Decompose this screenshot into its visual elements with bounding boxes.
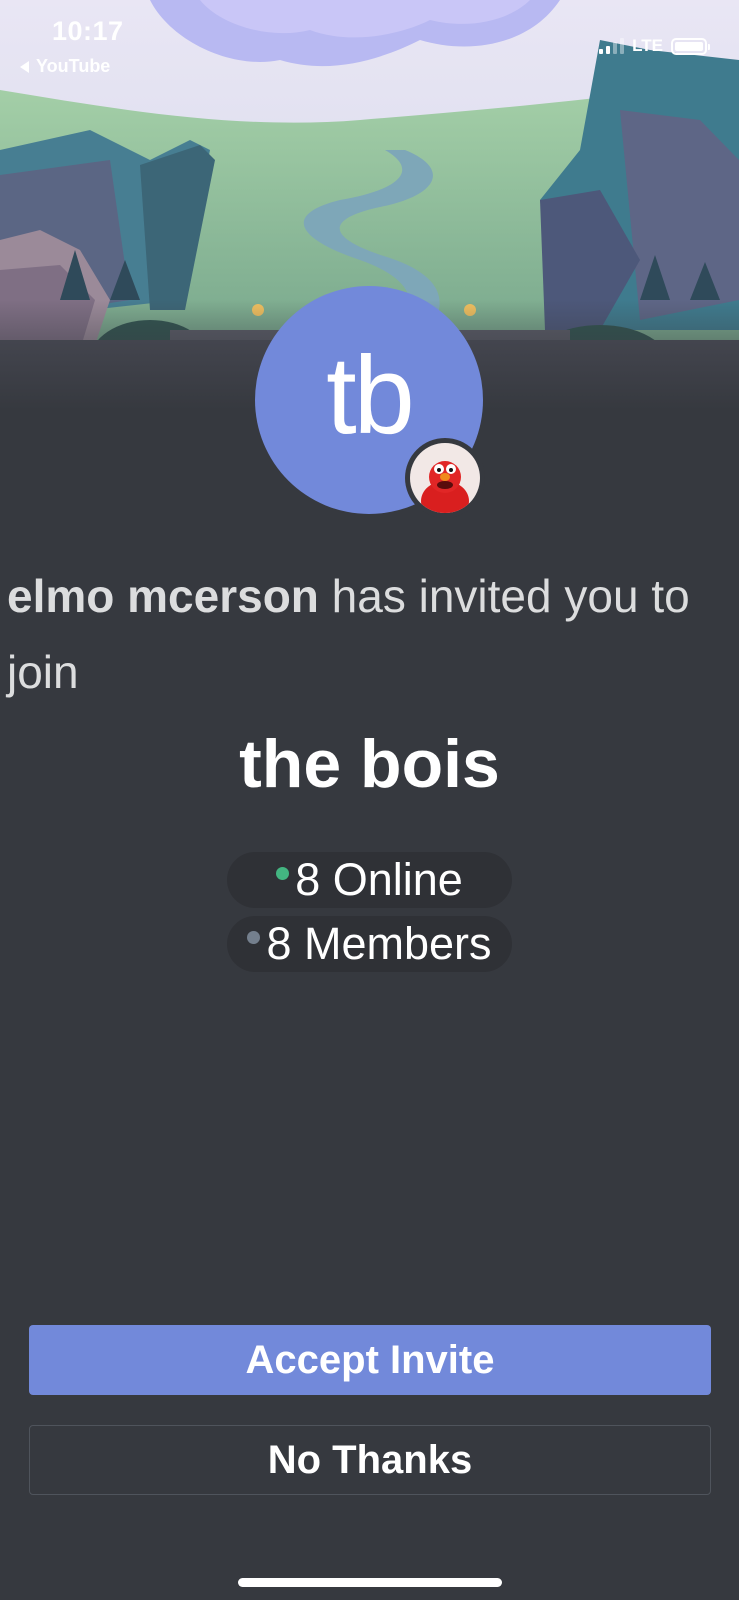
server-name: the bois	[239, 726, 500, 802]
battery-icon	[671, 37, 710, 55]
status-bar: 10:17 YouTube LTE	[0, 0, 739, 90]
accept-invite-button[interactable]: Accept Invite	[29, 1325, 711, 1395]
elmo-avatar-icon	[410, 443, 480, 513]
no-thanks-button[interactable]: No Thanks	[29, 1425, 711, 1495]
online-count: 8 Online	[295, 854, 463, 905]
cellular-signal-icon	[599, 38, 625, 54]
network-type: LTE	[632, 36, 663, 55]
member-count-badge: 8 Members	[227, 916, 512, 972]
back-app-label: YouTube	[36, 56, 111, 76]
home-indicator[interactable]	[238, 1578, 502, 1587]
online-status-dot	[276, 866, 290, 880]
member-status-dot	[247, 930, 261, 944]
server-acronym: tb	[326, 333, 415, 457]
inviter-avatar	[405, 438, 485, 518]
back-to-app-link[interactable]: YouTube	[20, 56, 110, 77]
back-arrow-icon	[20, 60, 29, 73]
status-time: 10:17	[52, 16, 124, 46]
inviter-name: elmo mcerson	[7, 570, 319, 622]
invite-message: elmo mcerson has invited you to join	[7, 558, 737, 710]
member-count: 8 Members	[266, 918, 492, 969]
online-count-badge: 8 Online	[227, 852, 512, 908]
status-indicators: LTE	[599, 36, 710, 56]
